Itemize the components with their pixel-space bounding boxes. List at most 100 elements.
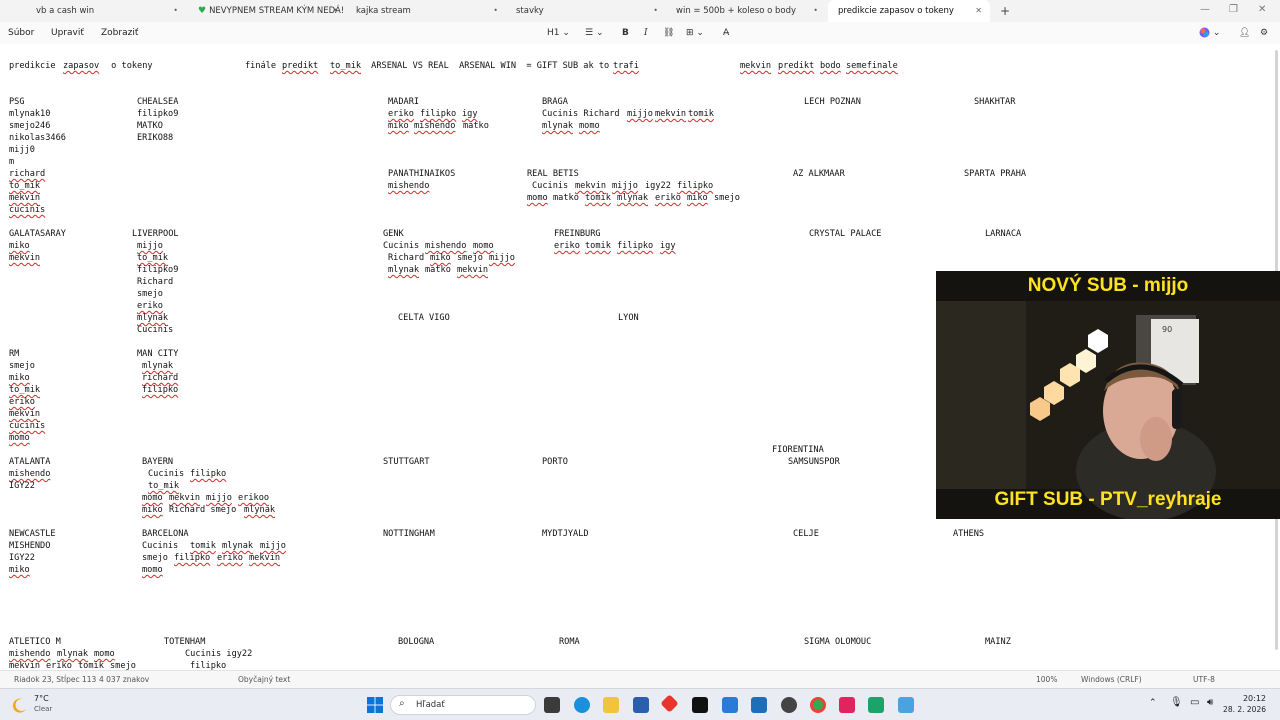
italic-button[interactable]: I (644, 22, 648, 44)
tab-title: win = 500b + koleso o body (676, 6, 797, 16)
tray-overflow-icon[interactable]: ⌃ (1149, 698, 1157, 708)
minimize-icon[interactable]: — (1200, 0, 1210, 20)
misspelled-word: igy (660, 241, 676, 251)
volume-icon[interactable]: 🔊︎ (1207, 697, 1213, 708)
windows-start-icon[interactable] (367, 697, 383, 713)
menu-bar: Súbor Upraviť Zobraziť H1 ⌄ ☰ ⌄ B I ⛓ ⊞ … (0, 22, 1280, 44)
close-window-icon[interactable]: ✕ (1258, 0, 1266, 20)
tab-close-icon[interactable]: • (653, 0, 658, 22)
editor-text: REAL BETIS (527, 169, 579, 179)
editor-line: mekvin momo matko tomik mlynak eriko miko smej… (0, 192, 1280, 204)
list-dropdown[interactable]: ☰ ⌄ (585, 22, 604, 44)
misspelled-word: erikoo (238, 493, 270, 503)
tab-predikcie-active[interactable]: predikcie zapasov o tokeny ✕ (828, 0, 990, 22)
misspelled-word: predikt (778, 61, 815, 71)
weather-widget[interactable] (12, 695, 32, 715)
editor-text: smejo (110, 661, 136, 670)
tab-close-icon[interactable]: • (813, 0, 818, 22)
misspelled-word: eriko (9, 397, 35, 407)
heading-dropdown[interactable]: H1 ⌄ (547, 22, 570, 44)
misspelled-word: to_mik (9, 181, 41, 191)
tab-kajka-stream[interactable]: kajka stream • (346, 0, 506, 22)
misspelled-word: tomik (585, 241, 611, 251)
misspelled-word: mlynak (617, 193, 649, 203)
maximize-icon[interactable]: ❐ (1229, 0, 1238, 20)
file-explorer-icon[interactable] (603, 697, 619, 713)
account-icon[interactable]: 👤︎ (1239, 22, 1250, 44)
notepad-icon[interactable] (722, 697, 738, 713)
misspelled-word: cucinis (9, 205, 46, 215)
misspelled-word: mekvin (9, 409, 41, 419)
misspelled-word: mlynak (542, 121, 574, 131)
editor-text: Richard (388, 253, 430, 263)
menu-view[interactable]: Zobraziť (101, 22, 138, 44)
editor-line: IGY22 smejo filipko eriko mekvin (0, 552, 1280, 564)
clock-time[interactable]: 20:12 (1226, 694, 1266, 703)
misspelled-word: tomik (190, 541, 216, 551)
table-dropdown[interactable]: ⊞ ⌄ (686, 22, 704, 44)
jersey-number: 90 (1162, 325, 1172, 334)
streamer-cam-image: 90 (936, 301, 1280, 519)
editor-text: LARNACA (985, 229, 1022, 239)
tab-win-koleso[interactable]: win = 500b + koleso o body • (666, 0, 826, 22)
tab-close-icon[interactable]: • (493, 0, 498, 22)
heart-icon: ♥ (198, 6, 207, 16)
link-icon[interactable]: ⛓ (663, 22, 674, 44)
clock-date[interactable]: 28. 2. 2026 (1222, 705, 1266, 714)
tiktok-icon[interactable] (692, 697, 708, 713)
copilot-dropdown[interactable]: ⌄ (1199, 22, 1220, 44)
zoom-level[interactable]: 100% (1036, 671, 1057, 689)
misspelled-word: trafi (613, 61, 639, 71)
clear-formatting-icon[interactable]: A̶ (723, 22, 729, 44)
editor-line: mlynak10 filipko9 eriko filipko igy Cucinis R… (0, 108, 1280, 120)
line-endings[interactable]: Windows (CRLF) (1081, 671, 1142, 689)
misspelled-word: filipko (190, 661, 227, 670)
menu-file[interactable]: Súbor (8, 22, 34, 44)
new-tab-button[interactable]: + (1000, 0, 1010, 22)
editor-text: CELTA VIGO (398, 313, 450, 323)
chevron-down-icon: ⌄ (562, 28, 570, 38)
search-placeholder: Hľadať (416, 700, 445, 710)
misspelled-word: miko (9, 241, 30, 251)
misspelled-word: cucinis (9, 421, 46, 431)
photos-icon[interactable] (751, 697, 767, 713)
tab-title: vb a cash win (36, 6, 95, 16)
tab-stavky[interactable]: stavky • (506, 0, 666, 22)
settings-gear-icon[interactable]: ⚙ (1260, 22, 1268, 44)
edge-browser-icon[interactable] (574, 697, 590, 713)
app-green-icon[interactable] (868, 697, 884, 713)
editor-text: LYON (618, 313, 639, 323)
editor-text: MATKO (137, 121, 163, 131)
tab-vb-a-cash[interactable]: vb a cash win • (26, 0, 186, 22)
editor-text: GALATASARAY (9, 229, 66, 239)
editor-text: ERIKO88 (137, 133, 174, 143)
char-count: 4 037 znakov (99, 675, 150, 684)
obs-icon[interactable] (781, 697, 797, 713)
encoding[interactable]: UTF-8 (1193, 671, 1215, 689)
taskbar-search[interactable]: ⌕ Hľadať (390, 695, 536, 715)
app-red-icon[interactable] (660, 694, 679, 713)
chrome-icon[interactable] (810, 697, 826, 713)
tiktok-studio-icon[interactable] (839, 697, 855, 713)
misspelled-word: eriko (554, 241, 580, 251)
bold-button[interactable]: B (622, 22, 629, 44)
tab-close-icon[interactable]: ✕ (975, 0, 982, 22)
menu-edit[interactable]: Upraviť (51, 22, 84, 44)
editor-text: smejo (9, 361, 35, 371)
tab-close-icon[interactable]: • (173, 0, 178, 22)
task-view-icon[interactable] (544, 697, 560, 713)
misspelled-word: mlynak (244, 505, 276, 515)
store-icon[interactable] (633, 697, 649, 713)
editor-text: Richard (137, 277, 174, 287)
editor-line: smejo246 MATKO miko mishendo matko mlynak momo (0, 120, 1280, 132)
editor-text: Cucinis (532, 181, 574, 191)
misspelled-word: mlynak (57, 649, 89, 659)
network-icon[interactable]: ▭ (1190, 697, 1199, 708)
microphone-icon[interactable]: 🎙︎ (1170, 697, 1183, 708)
tab-nevypnem-stream[interactable]: ♥ NEVYPNEM STREAM KÝM NEDÁ! • (188, 0, 346, 22)
tab-close-icon[interactable]: • (333, 0, 338, 22)
app-blue-icon[interactable] (898, 697, 914, 713)
misspelled-word: miko (9, 373, 30, 383)
text-format[interactable]: Obyčajný text (238, 671, 290, 689)
chevron-down-icon: ⌄ (1212, 28, 1221, 38)
